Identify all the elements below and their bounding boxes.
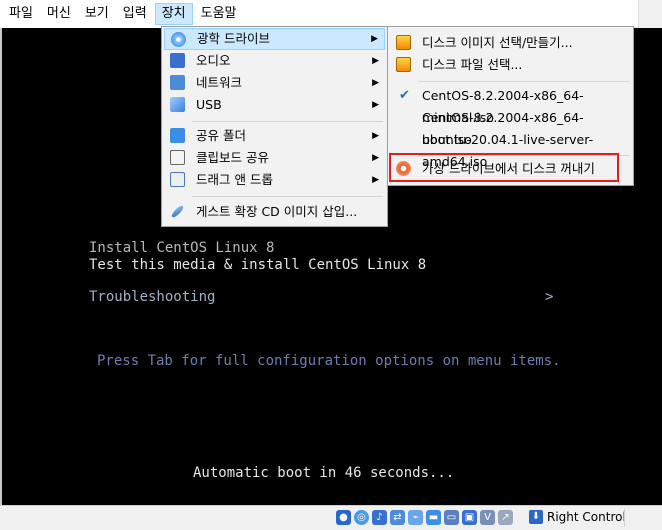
autoboot-countdown: Automatic boot in 46 seconds... — [193, 465, 455, 481]
menu-item-usb[interactable]: USB ▶ — [164, 94, 385, 116]
usb-status-icon[interactable]: ⌁ — [408, 510, 423, 525]
menu-item-label: 네트워크 — [196, 75, 243, 90]
disk-file-icon — [396, 57, 411, 72]
menu-item-label: 드래그 앤 드롭 — [196, 172, 273, 187]
status-bar-end — [624, 509, 653, 527]
menu-item-label: 디스크 파일 선택... — [422, 57, 523, 72]
annotation-highlight-box — [389, 153, 619, 182]
menu-item-iso-centos-boot[interactable]: CentOS-8.2.2004-x86_64-boot.iso — [390, 107, 631, 147]
menu-devices[interactable]: 장치 — [154, 3, 193, 25]
display-status-icon[interactable]: ▭ — [444, 510, 459, 525]
menu-item-label: 오디오 — [196, 53, 231, 68]
menu-machine[interactable]: 머신 — [41, 3, 77, 25]
recording-status-icon[interactable]: ▣ — [462, 510, 477, 525]
menu-item-label: 클립보드 공유 — [196, 150, 269, 165]
drag-drop-icon — [170, 172, 185, 187]
status-bar: ● ◎ ♪ ⇄ ⌁ ▬ ▭ ▣ V ↗ ⬇ Right Control — [0, 505, 662, 530]
optical-drive-status-icon[interactable]: ◎ — [354, 510, 369, 525]
menubar-filler — [638, 0, 662, 28]
audio-icon — [170, 53, 185, 68]
menu-item-shared-clipboard[interactable]: 클립보드 공유 ▶ — [164, 147, 385, 169]
menu-bar: 파일 머신 보기 입력 장치 도움말 — [0, 0, 638, 28]
menu-item-label: 공유 폴더 — [196, 128, 246, 143]
boot-option-install: Install CentOS Linux 8 — [89, 240, 275, 256]
shared-folder-status-icon[interactable]: ▬ — [426, 510, 441, 525]
boot-option-test-install: Test this media & install CentOS Linux 8 — [89, 257, 427, 273]
host-key-label: Right Control — [547, 510, 626, 524]
menu-separator — [192, 196, 383, 197]
menu-input[interactable]: 입력 — [117, 3, 153, 25]
optical-disc-icon — [171, 32, 186, 47]
guest-additions-icon — [170, 204, 185, 219]
menu-item-label: 광학 드라이브 — [197, 31, 270, 46]
menu-item-iso-ubuntu-server[interactable]: ubuntu-20.04.1-live-server-amd64.iso — [390, 129, 631, 169]
submenu-arrow-icon: ▶ — [372, 56, 379, 66]
network-icon — [170, 75, 185, 90]
host-key-indicator[interactable]: ⬇ Right Control — [529, 510, 626, 524]
boot-option-troubleshooting: Troubleshooting — [89, 289, 216, 305]
clipboard-icon — [170, 150, 185, 165]
audio-status-icon[interactable]: ♪ — [372, 510, 387, 525]
menu-item-label: 디스크 이미지 선택/만들기... — [422, 35, 573, 50]
usb-icon — [170, 97, 185, 112]
submenu-arrow-icon: ▶ — [371, 34, 378, 44]
menu-item-insert-guest-additions[interactable]: 게스트 확장 CD 이미지 삽입... — [164, 201, 385, 223]
submenu-arrow-icon: ▶ — [372, 153, 379, 163]
menu-separator — [192, 121, 383, 122]
menu-item-shared-folders[interactable]: 공유 폴더 ▶ — [164, 125, 385, 147]
submenu-arrow-icon: ▶ — [372, 78, 379, 88]
network-status-icon[interactable]: ⇄ — [390, 510, 405, 525]
hard-disk-status-icon[interactable]: ● — [336, 510, 351, 525]
menu-item-choose-create-disk-image[interactable]: 디스크 이미지 선택/만들기... — [390, 32, 631, 54]
menu-help[interactable]: 도움말 — [195, 3, 243, 25]
menu-item-audio[interactable]: 오디오 ▶ — [164, 50, 385, 72]
menu-view[interactable]: 보기 — [79, 3, 115, 25]
mouse-integration-status-icon[interactable]: ↗ — [498, 510, 513, 525]
disk-image-icon — [396, 35, 411, 50]
status-indicators: ● ◎ ♪ ⇄ ⌁ ▬ ▭ ▣ V ↗ — [336, 510, 513, 525]
menu-item-iso-centos-minimal[interactable]: ✔ CentOS-8.2.2004-x86_64-minimal.iso — [390, 85, 631, 125]
menu-item-label: USB — [196, 97, 222, 112]
submenu-arrow-icon: ▶ — [372, 131, 379, 141]
checkmark-icon: ✔ — [399, 88, 410, 103]
menu-item-network[interactable]: 네트워크 ▶ — [164, 72, 385, 94]
submenu-arrow-icon: ▶ — [372, 175, 379, 185]
menu-item-choose-disk-file[interactable]: 디스크 파일 선택... — [390, 54, 631, 76]
vt-x-status-icon[interactable]: V — [480, 510, 495, 525]
menu-file[interactable]: 파일 — [3, 3, 39, 25]
devices-menu: 광학 드라이브 ▶ 오디오 ▶ 네트워크 ▶ USB ▶ 공유 폴더 ▶ 클립보… — [161, 26, 388, 227]
boot-hint: Press Tab for full configuration options… — [97, 353, 561, 369]
submenu-arrow-icon: ▶ — [372, 100, 379, 110]
shared-folder-icon — [170, 128, 185, 143]
menu-item-label: 게스트 확장 CD 이미지 삽입... — [196, 204, 358, 219]
menu-item-optical-drives[interactable]: 광학 드라이브 ▶ — [164, 28, 385, 50]
troubleshooting-arrow: > — [545, 289, 554, 305]
menu-item-drag-and-drop[interactable]: 드래그 앤 드롭 ▶ — [164, 169, 385, 191]
host-key-arrow-icon: ⬇ — [529, 510, 543, 524]
menu-separator — [418, 81, 629, 82]
